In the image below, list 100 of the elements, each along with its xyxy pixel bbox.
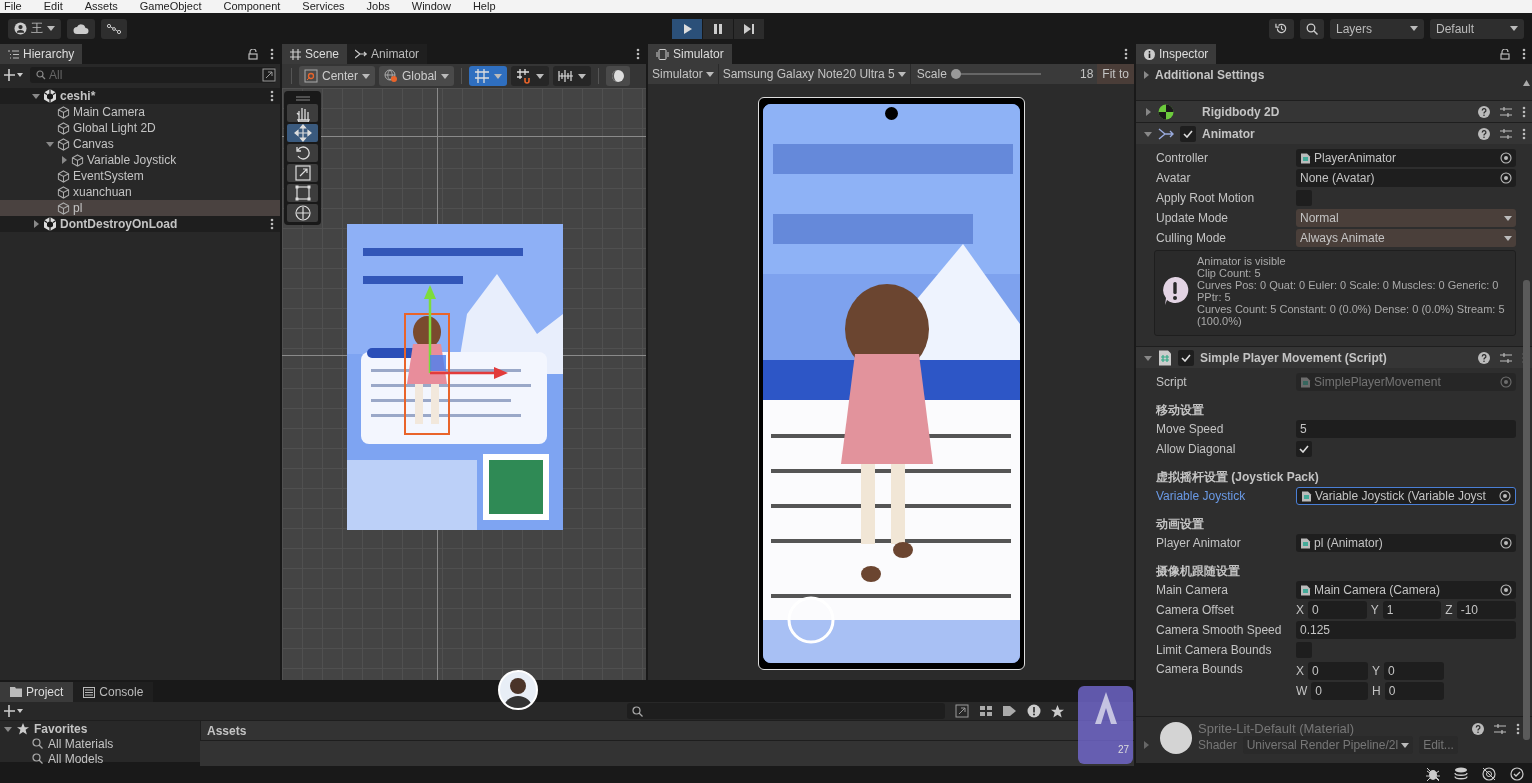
rect-tool[interactable]	[287, 184, 318, 202]
more-options-icon[interactable]	[1124, 48, 1128, 60]
filter-icon[interactable]	[979, 704, 993, 718]
debug-icon[interactable]	[1426, 766, 1440, 781]
network-icon[interactable]	[1482, 766, 1496, 781]
menu-item[interactable]: Help	[472, 0, 496, 13]
expand-icon[interactable]	[955, 704, 969, 718]
component-header[interactable]: Animator	[1136, 122, 1532, 144]
object-picker-icon[interactable]	[1500, 152, 1512, 164]
checkbox[interactable]	[1180, 125, 1196, 142]
snap-button[interactable]	[510, 66, 549, 86]
layout-dropdown[interactable]: Default	[1430, 18, 1524, 39]
input-field[interactable]: 0	[1311, 682, 1368, 700]
object-field[interactable]: Main Camera (Camera)	[1296, 581, 1516, 599]
add-icon[interactable]	[4, 705, 24, 717]
scale-tool[interactable]	[287, 164, 318, 182]
more-options-icon[interactable]	[1516, 722, 1520, 735]
checkbox[interactable]	[1296, 441, 1312, 457]
input-field[interactable]: 0	[1308, 662, 1368, 680]
hierarchy-item[interactable]: pl	[0, 200, 280, 216]
step-button[interactable]	[734, 18, 764, 39]
more-options-icon[interactable]	[270, 90, 274, 102]
help-icon[interactable]	[1478, 127, 1490, 140]
warning-icon[interactable]	[1027, 704, 1041, 718]
scene-item[interactable]: DontDestroyOnLoad	[0, 216, 280, 232]
panel-tab[interactable]: Console	[73, 682, 154, 702]
more-options-icon[interactable]	[270, 218, 274, 230]
object-field[interactable]: None (Avatar)	[1296, 169, 1516, 187]
floating-widget[interactable]: 27	[1078, 686, 1133, 764]
input-field[interactable]: -10	[1456, 601, 1516, 619]
tree-item[interactable]: Favorites	[4, 721, 200, 736]
lock-icon[interactable]	[1500, 48, 1510, 60]
object-picker-icon[interactable]	[1500, 537, 1512, 549]
hierarchy-item[interactable]: Variable Joystick	[0, 152, 280, 168]
more-options-icon[interactable]	[270, 48, 274, 60]
input-field[interactable]: 0	[1384, 662, 1444, 680]
increment-button[interactable]	[552, 66, 591, 86]
foldout-arrow-icon[interactable]	[32, 92, 40, 100]
preset-icon[interactable]	[1500, 351, 1512, 364]
foldout-arrow-icon[interactable]	[32, 220, 40, 228]
foldout-arrow-icon[interactable]	[46, 140, 54, 148]
star-icon[interactable]	[1051, 704, 1064, 718]
version-control-button[interactable]	[101, 18, 127, 39]
dropdown[interactable]: Normal	[1296, 209, 1516, 227]
component-header[interactable]: Simple Player Movement (Script)	[1136, 346, 1532, 368]
hierarchy-item[interactable]: xuanchuan	[0, 184, 280, 200]
preset-icon[interactable]	[1500, 127, 1512, 140]
menu-item[interactable]: Edit	[43, 0, 63, 13]
history-button[interactable]	[1269, 18, 1294, 39]
search-field[interactable]	[627, 703, 945, 719]
rotate-tool[interactable]	[287, 144, 318, 162]
add-icon[interactable]	[4, 69, 24, 81]
cache-icon[interactable]	[1454, 766, 1468, 781]
tree-item[interactable]: All Models	[4, 751, 200, 766]
menu-item[interactable]: GameObject	[139, 0, 202, 13]
foldout-arrow-icon[interactable]	[1142, 71, 1150, 79]
view-tab[interactable]: Scene	[282, 44, 348, 64]
grid-button[interactable]	[468, 66, 507, 86]
play-button[interactable]	[672, 18, 702, 39]
menu-item[interactable]: Window	[411, 0, 451, 13]
dropdown[interactable]: Always Animate	[1296, 229, 1516, 247]
input-field[interactable]: 0	[1384, 682, 1444, 700]
object-picker-icon[interactable]	[1500, 172, 1512, 184]
expand-icon[interactable]	[262, 68, 276, 82]
search-button[interactable]	[1300, 18, 1324, 39]
help-icon[interactable]	[1478, 351, 1490, 364]
transform-tool[interactable]	[287, 204, 318, 222]
more-options-icon[interactable]	[636, 48, 640, 60]
grip-icon[interactable]	[293, 94, 312, 102]
view-tab[interactable]: Animator	[347, 44, 428, 64]
account-button[interactable]: 王	[8, 18, 61, 39]
hierarchy-item[interactable]: Main Camera	[0, 104, 280, 120]
help-icon[interactable]	[1478, 105, 1490, 118]
hierarchy-item[interactable]: Canvas	[0, 136, 280, 152]
space-dropdown[interactable]: Global	[379, 66, 454, 86]
object-field[interactable]: PlayerAnimator	[1296, 149, 1516, 167]
menu-item[interactable]: Assets	[84, 0, 118, 13]
component-header[interactable]: Rigidbody 2D	[1136, 100, 1532, 122]
hierarchy-item[interactable]: Global Light 2D	[0, 120, 280, 136]
mode-dropdown[interactable]: Simulator	[648, 64, 719, 84]
menu-item[interactable]: File	[4, 0, 22, 13]
menu-item[interactable]: Jobs	[366, 0, 390, 13]
move-tool[interactable]	[287, 124, 318, 142]
help-icon[interactable]	[1472, 722, 1484, 735]
hierarchy-tab[interactable]: Hierarchy	[0, 44, 83, 64]
preset-icon[interactable]	[1500, 105, 1512, 118]
pivot-dropdown[interactable]: Center	[299, 66, 376, 86]
input-field[interactable]: 5	[1296, 420, 1516, 438]
inspector-tab[interactable]: Inspector	[1136, 44, 1217, 64]
object-picker-icon[interactable]	[1500, 584, 1512, 596]
hand-tool[interactable]	[287, 104, 318, 122]
preset-icon[interactable]	[1494, 722, 1506, 735]
shading-button[interactable]	[605, 66, 630, 86]
more-options-icon[interactable]	[1522, 105, 1526, 118]
check-icon[interactable]	[1510, 766, 1524, 781]
pause-button[interactable]	[703, 18, 733, 39]
checkbox[interactable]	[1178, 349, 1194, 366]
panel-tab[interactable]: Project	[0, 682, 74, 702]
object-field[interactable]: Variable Joystick (Variable Joyst	[1296, 487, 1516, 505]
hierarchy-item[interactable]: EventSystem	[0, 168, 280, 184]
